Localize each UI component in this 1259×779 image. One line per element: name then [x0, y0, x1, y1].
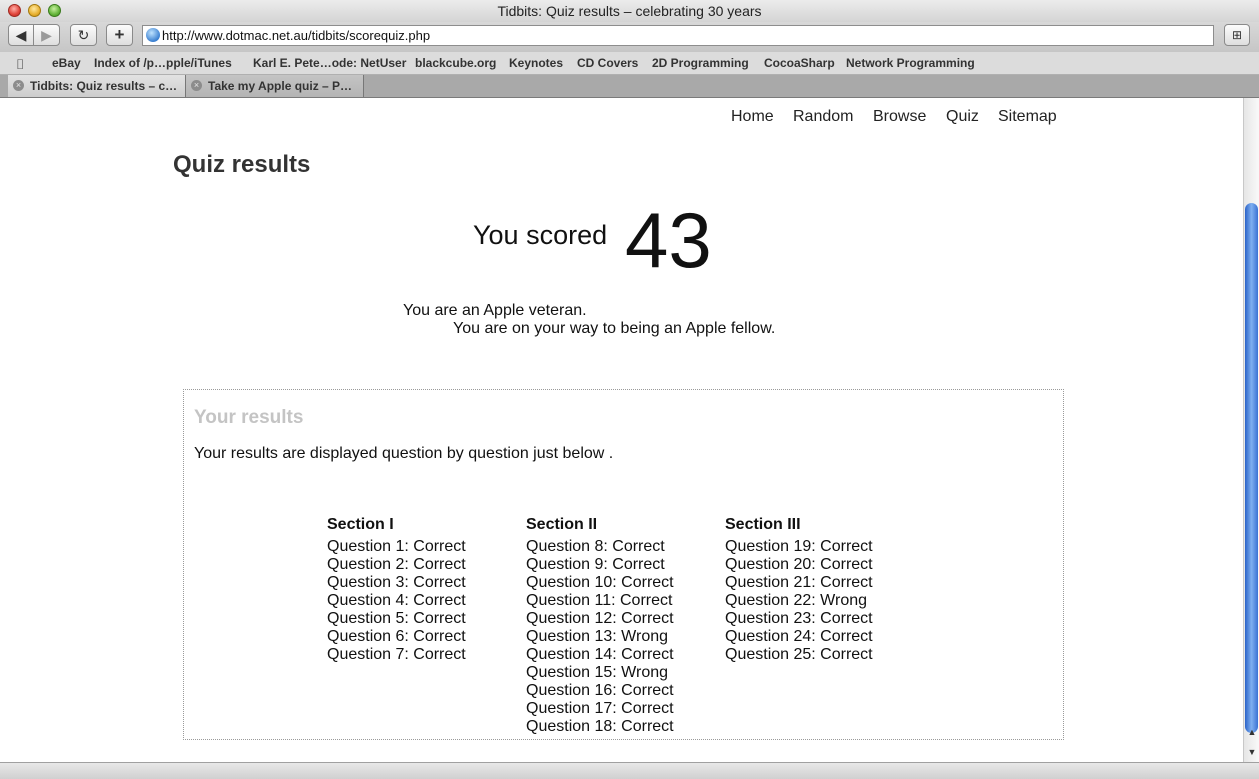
section-title: Section I — [327, 516, 394, 533]
bookmark-2d-programming[interactable]: 2D Programming — [652, 56, 749, 70]
window-title: Tidbits: Quiz results – celebrating 30 y… — [497, 3, 762, 19]
question-result: Question 13: Wrong — [526, 628, 669, 645]
add-bookmark-button[interactable]: + — [106, 24, 133, 46]
question-result: Question 17: Correct — [526, 700, 674, 717]
section-1: Section I Question 1: Correct Question 2… — [327, 516, 466, 664]
new-tab-button[interactable]: ⊞ — [1224, 24, 1250, 46]
question-result: Question 19: Correct — [725, 538, 873, 555]
section-3: Section III Question 19: Correct Questio… — [725, 516, 873, 664]
question-result: Question 12: Correct — [526, 610, 674, 627]
question-result: Question 25: Correct — [725, 646, 873, 663]
status-bar — [0, 762, 1259, 779]
reload-button[interactable]: ↻ — [70, 24, 97, 46]
browser-toolbar: ◀ ▶ ↻ + http://www.dotmac.net.au/tidbits… — [0, 22, 1259, 52]
tab-close-icon[interactable]: × — [13, 80, 24, 91]
tab-label: Take my Apple quiz – P… — [208, 79, 353, 93]
scroll-up-arrow-icon[interactable]: ▲ — [1244, 722, 1259, 742]
plus-icon: + — [114, 25, 125, 44]
reload-icon: ↻ — [77, 27, 90, 43]
nav-home[interactable]: Home — [731, 108, 774, 126]
bookmarks-bar: ⌷ eBay Index of /p…pple/iTunes Karl E. P… — [0, 52, 1259, 75]
url-text[interactable]: http://www.dotmac.net.au/tidbits/scorequ… — [162, 28, 430, 43]
question-result: Question 8: Correct — [526, 538, 665, 555]
question-result: Question 18: Correct — [526, 718, 674, 735]
tab-apple-quiz[interactable]: × Take my Apple quiz – P… — [186, 75, 364, 97]
question-result: Question 21: Correct — [725, 574, 873, 591]
question-result: Question 23: Correct — [725, 610, 873, 627]
question-result: Question 7: Correct — [327, 646, 466, 663]
question-result: Question 10: Correct — [526, 574, 674, 591]
vertical-scrollbar[interactable]: ▲ ▼ — [1243, 98, 1259, 762]
rank-message: You are an Apple veteran. — [403, 302, 587, 319]
bookmark-ebay[interactable]: eBay — [52, 56, 81, 70]
tab-quiz-results[interactable]: × Tidbits: Quiz results – c… — [8, 75, 186, 97]
question-result: Question 20: Correct — [725, 556, 873, 573]
results-heading: Your results — [194, 407, 304, 428]
question-result: Question 5: Correct — [327, 610, 466, 627]
bookmark-blackcube[interactable]: blackcube.org — [415, 56, 496, 70]
nav-quiz[interactable]: Quiz — [946, 108, 979, 126]
question-result: Question 11: Correct — [526, 592, 673, 609]
nav-browse[interactable]: Browse — [873, 108, 926, 126]
tabs-icon: ⊞ — [1231, 28, 1243, 42]
bookmark-keynotes[interactable]: Keynotes — [509, 56, 563, 70]
globe-icon — [146, 28, 160, 42]
bookmark-cd-covers[interactable]: CD Covers — [577, 56, 638, 70]
tab-label: Tidbits: Quiz results – c… — [30, 79, 178, 93]
address-bar[interactable]: http://www.dotmac.net.au/tidbits/scorequ… — [142, 25, 1214, 46]
nav-sitemap[interactable]: Sitemap — [998, 108, 1057, 126]
nav-random[interactable]: Random — [793, 108, 853, 126]
bookmark-netuser[interactable]: Karl E. Pete…ode: NetUser — [253, 56, 406, 70]
forward-button[interactable]: ▶ — [33, 24, 60, 46]
question-result: Question 22: Wrong — [725, 592, 868, 609]
question-result: Question 2: Correct — [327, 556, 466, 573]
title-bar: Tidbits: Quiz results – celebrating 30 y… — [0, 0, 1259, 22]
scroll-down-arrow-icon[interactable]: ▼ — [1244, 742, 1259, 762]
results-intro: Your results are displayed question by q… — [194, 445, 614, 462]
tab-bar: × Tidbits: Quiz results – c… × Take my A… — [0, 75, 1259, 98]
question-result: Question 4: Correct — [327, 592, 466, 609]
scrollbar-thumb[interactable] — [1245, 203, 1258, 733]
back-arrow-icon: ◀ — [15, 27, 27, 43]
back-button[interactable]: ◀ — [8, 24, 34, 46]
question-result: Question 6: Correct — [327, 628, 466, 645]
page-title: Quiz results — [173, 151, 311, 178]
question-result: Question 14: Correct — [526, 646, 674, 663]
bookmark-cocoasharp[interactable]: CocoaSharp — [764, 56, 835, 70]
section-2: Section II Question 8: Correct Question … — [526, 516, 674, 736]
section-title: Section II — [526, 516, 598, 533]
score-value: 43 — [625, 196, 712, 284]
bookmark-network-programming[interactable]: Network Programming — [846, 56, 975, 70]
forward-arrow-icon: ▶ — [41, 27, 52, 43]
tab-close-icon[interactable]: × — [191, 80, 202, 91]
question-result: Question 15: Wrong — [526, 664, 669, 681]
results-panel: Your results Your results are displayed … — [183, 389, 1064, 740]
score-label: You scored — [473, 220, 608, 250]
question-result: Question 3: Correct — [327, 574, 466, 591]
progress-message: You are on your way to being an Apple fe… — [453, 320, 776, 337]
question-result: Question 24: Correct — [725, 628, 873, 645]
bookmarks-book-icon[interactable]: ⌷ — [16, 56, 24, 73]
question-result: Question 9: Correct — [526, 556, 665, 573]
question-result: Question 16: Correct — [526, 682, 674, 699]
section-title: Section III — [725, 516, 801, 533]
bookmark-itunes-index[interactable]: Index of /p…pple/iTunes — [94, 56, 232, 70]
question-result: Question 1: Correct — [327, 538, 466, 555]
